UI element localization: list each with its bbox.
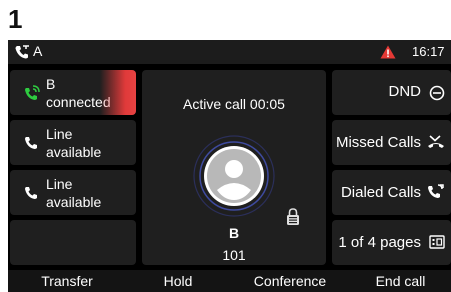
phone-screen: A 16:17 B connected Line available Line …	[8, 40, 451, 292]
line-key-3[interactable]: Line available	[10, 170, 136, 215]
account-label: A	[33, 43, 43, 59]
dialed-call-icon	[428, 184, 444, 198]
line-3-status: available	[46, 194, 102, 210]
phone-call-icon	[15, 45, 29, 59]
missed-calls-label: Missed Calls	[335, 134, 421, 151]
contact-number: 101	[222, 247, 246, 263]
missed-calls-button[interactable]: Missed Calls	[332, 120, 451, 165]
call-panel: Active call 00:05 B 101	[142, 70, 326, 265]
line-2-status: available	[46, 144, 102, 160]
phone-icon	[25, 137, 37, 149]
dnd-label: DND	[388, 83, 422, 100]
phone-active-icon	[25, 85, 40, 100]
page-icon	[429, 235, 445, 249]
page-indicator-button[interactable]: 1 of 4 pages	[332, 220, 451, 265]
step-number: 1	[8, 4, 23, 34]
dnd-button[interactable]: DND	[332, 70, 451, 115]
dialed-calls-button[interactable]: Dialed Calls	[332, 170, 451, 215]
dialed-calls-label: Dialed Calls	[340, 184, 421, 201]
dnd-icon	[429, 85, 445, 101]
contact-name: B	[228, 225, 240, 241]
status-bar: A 16:17	[8, 40, 451, 64]
phone-icon	[25, 187, 37, 199]
line-2-label: Line	[46, 126, 73, 142]
active-line-indicator	[100, 70, 136, 115]
clock: 16:17	[412, 44, 445, 59]
line-key-2[interactable]: Line available	[10, 120, 136, 165]
transfer-softkey[interactable]: Transfer	[8, 270, 126, 292]
sip-lock-icon	[287, 208, 299, 225]
softkey-bar: Transfer Hold Conference End call	[8, 270, 451, 292]
line-key-4[interactable]	[10, 220, 136, 265]
line-key-1[interactable]: B connected	[10, 70, 136, 115]
avatar-icon	[193, 135, 275, 217]
page-label: 1 of 4 pages	[338, 234, 421, 251]
end-call-softkey[interactable]: End call	[350, 270, 451, 292]
missed-call-icon	[428, 135, 444, 148]
hold-softkey[interactable]: Hold	[126, 270, 230, 292]
call-status: Active call 00:05	[183, 96, 285, 112]
line-1-label: B	[46, 76, 56, 92]
line-3-label: Line	[46, 176, 73, 192]
conference-softkey[interactable]: Conference	[230, 270, 350, 292]
warning-icon[interactable]	[380, 45, 396, 59]
